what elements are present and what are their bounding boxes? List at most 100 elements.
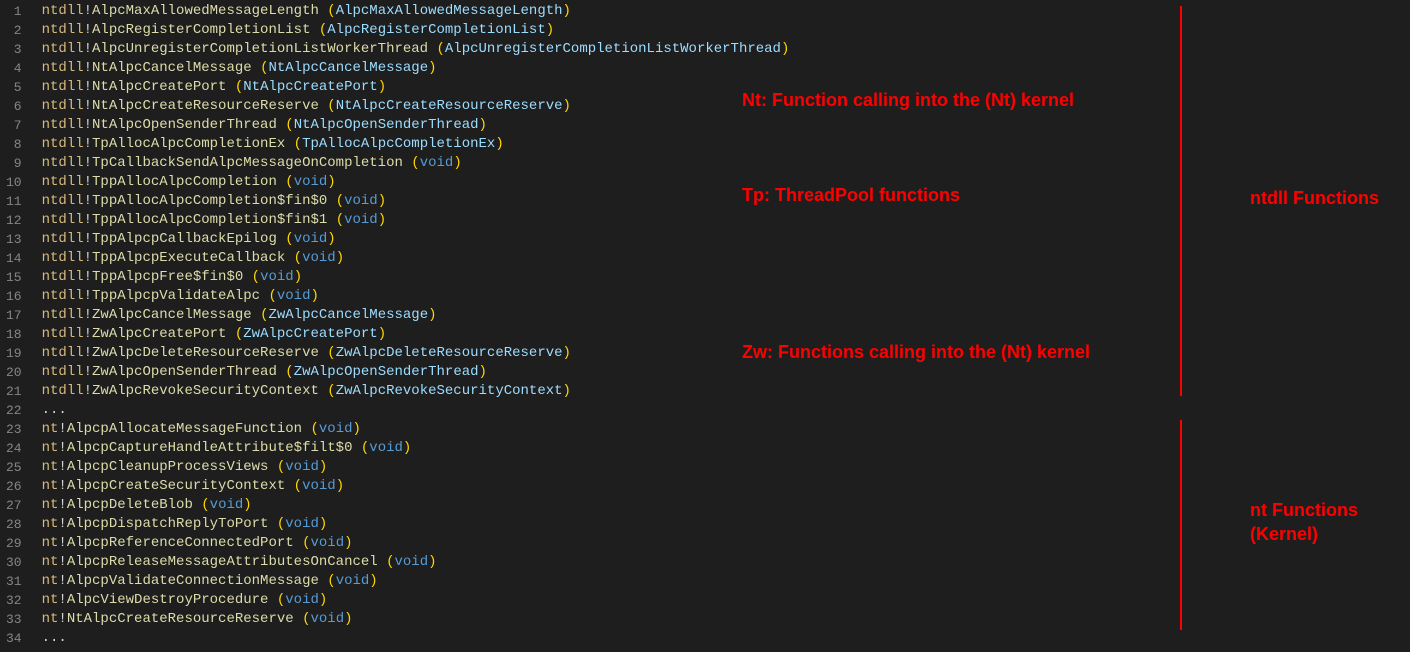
function-name: AlpcpCreateSecurityContext <box>67 478 285 494</box>
code-line[interactable]: ntdll!ZwAlpcOpenSenderThread (ZwAlpcOpen… <box>42 363 1410 382</box>
function-arg: AlpcMaxAllowedMessageLength <box>336 3 563 19</box>
line-number: 8 <box>6 135 22 154</box>
code-line[interactable]: ntdll!TppAlpcpExecuteCallback (void) <box>42 249 1410 268</box>
function-arg: void <box>285 459 319 475</box>
code-content[interactable]: ntdll!AlpcMaxAllowedMessageLength (AlpcM… <box>34 0 1410 650</box>
code-line[interactable]: nt!AlpcpReleaseMessageAttributesOnCancel… <box>42 553 1410 572</box>
function-name: TppAllocAlpcCompletion <box>92 174 277 190</box>
code-line[interactable]: ntdll!TppAlpcpFree$fin$0 (void) <box>42 268 1410 287</box>
code-line[interactable]: ntdll!TppAllocAlpcCompletion$fin$0 (void… <box>42 192 1410 211</box>
code-line[interactable]: ntdll!NtAlpcOpenSenderThread (NtAlpcOpen… <box>42 116 1410 135</box>
module-name: ntdll <box>42 41 84 57</box>
function-name: AlpcpReleaseMessageAttributesOnCancel <box>67 554 378 570</box>
code-line[interactable]: ntdll!TppAllocAlpcCompletion (void) <box>42 173 1410 192</box>
function-name: TppAllocAlpcCompletion$fin$0 <box>92 193 327 209</box>
code-line[interactable]: ... <box>42 629 1410 648</box>
function-arg: void <box>294 174 328 190</box>
function-arg: AlpcUnregisterCompletionListWorkerThread <box>445 41 781 57</box>
module-name: ntdll <box>42 155 84 171</box>
code-line[interactable]: ntdll!ZwAlpcCreatePort (ZwAlpcCreatePort… <box>42 325 1410 344</box>
module-name: ntdll <box>42 3 84 19</box>
function-name: AlpcViewDestroyProcedure <box>67 592 269 608</box>
function-name: NtAlpcCreatePort <box>92 79 226 95</box>
module-name: ntdll <box>42 231 84 247</box>
function-arg: void <box>310 535 344 551</box>
function-name: AlpcpCaptureHandleAttribute$filt$0 <box>67 440 353 456</box>
function-name: AlpcpReferenceConnectedPort <box>67 535 294 551</box>
code-line[interactable]: ntdll!TppAllocAlpcCompletion$fin$1 (void… <box>42 211 1410 230</box>
function-arg: ZwAlpcRevokeSecurityContext <box>336 383 563 399</box>
function-arg: AlpcRegisterCompletionList <box>327 22 545 38</box>
line-number: 20 <box>6 363 22 382</box>
module-name: ntdll <box>42 98 84 114</box>
function-arg: void <box>277 288 311 304</box>
line-number: 13 <box>6 230 22 249</box>
module-name: ntdll <box>42 136 84 152</box>
module-name: ntdll <box>42 193 84 209</box>
function-arg: NtAlpcCancelMessage <box>268 60 428 76</box>
line-number: 4 <box>6 59 22 78</box>
code-line[interactable]: nt!AlpcpDeleteBlob (void) <box>42 496 1410 515</box>
code-line[interactable]: ntdll!TpAllocAlpcCompletionEx (TpAllocAl… <box>42 135 1410 154</box>
code-line[interactable]: ntdll!ZwAlpcCancelMessage (ZwAlpcCancelM… <box>42 306 1410 325</box>
function-name: TpAllocAlpcCompletionEx <box>92 136 285 152</box>
module-name: nt <box>42 573 59 589</box>
code-line[interactable]: ntdll!TpCallbackSendAlpcMessageOnComplet… <box>42 154 1410 173</box>
code-line[interactable]: nt!AlpcpCleanupProcessViews (void) <box>42 458 1410 477</box>
line-number: 3 <box>6 40 22 59</box>
code-line[interactable]: ntdll!TppAlpcpValidateAlpc (void) <box>42 287 1410 306</box>
module-name: ntdll <box>42 288 84 304</box>
function-arg: void <box>344 193 378 209</box>
module-name: ntdll <box>42 117 84 133</box>
function-arg: ZwAlpcCancelMessage <box>268 307 428 323</box>
function-name: AlpcUnregisterCompletionListWorkerThread <box>92 41 428 57</box>
function-arg: void <box>294 231 328 247</box>
function-arg: void <box>344 212 378 228</box>
code-line[interactable]: nt!AlpcViewDestroyProcedure (void) <box>42 591 1410 610</box>
code-line[interactable]: nt!NtAlpcCreateResourceReserve (void) <box>42 610 1410 629</box>
code-line[interactable]: ntdll!NtAlpcCreatePort (NtAlpcCreatePort… <box>42 78 1410 97</box>
module-name: ntdll <box>42 345 84 361</box>
line-number: 11 <box>6 192 22 211</box>
module-name: nt <box>42 554 59 570</box>
code-line[interactable]: nt!AlpcpCreateSecurityContext (void) <box>42 477 1410 496</box>
function-name: ZwAlpcCreatePort <box>92 326 226 342</box>
function-arg: void <box>285 516 319 532</box>
code-line[interactable]: ... <box>42 401 1410 420</box>
code-line[interactable]: ntdll!NtAlpcCancelMessage (NtAlpcCancelM… <box>42 59 1410 78</box>
code-line[interactable]: nt!AlpcpAllocateMessageFunction (void) <box>42 420 1410 439</box>
module-name: nt <box>42 592 59 608</box>
line-number: 2 <box>6 21 22 40</box>
line-number: 9 <box>6 154 22 173</box>
code-line[interactable]: ntdll!AlpcUnregisterCompletionListWorker… <box>42 40 1410 59</box>
code-line[interactable]: ntdll!AlpcRegisterCompletionList (AlpcRe… <box>42 21 1410 40</box>
module-name: nt <box>42 421 59 437</box>
code-line[interactable]: ntdll!AlpcMaxAllowedMessageLength (AlpcM… <box>42 2 1410 21</box>
function-name: TppAlpcpValidateAlpc <box>92 288 260 304</box>
line-number: 16 <box>6 287 22 306</box>
code-line[interactable]: ntdll!NtAlpcCreateResourceReserve (NtAlp… <box>42 97 1410 116</box>
module-name: nt <box>42 516 59 532</box>
code-line[interactable]: ntdll!TppAlpcpCallbackEpilog (void) <box>42 230 1410 249</box>
module-name: ntdll <box>42 60 84 76</box>
function-name: NtAlpcOpenSenderThread <box>92 117 277 133</box>
function-name: NtAlpcCreateResourceReserve <box>92 98 319 114</box>
line-number: 22 <box>6 401 22 420</box>
code-line[interactable]: nt!AlpcpDispatchReplyToPort (void) <box>42 515 1410 534</box>
module-name: nt <box>42 497 59 513</box>
line-number: 21 <box>6 382 22 401</box>
line-number: 33 <box>6 610 22 629</box>
code-line[interactable]: nt!AlpcpCaptureHandleAttribute$filt$0 (v… <box>42 439 1410 458</box>
line-number-gutter: 1234567891011121314151617181920212223242… <box>0 0 34 650</box>
code-line[interactable]: ntdll!ZwAlpcDeleteResourceReserve (ZwAlp… <box>42 344 1410 363</box>
code-line[interactable]: nt!AlpcpReferenceConnectedPort (void) <box>42 534 1410 553</box>
module-name: ntdll <box>42 326 84 342</box>
function-name: AlpcpDeleteBlob <box>67 497 193 513</box>
line-number: 30 <box>6 553 22 572</box>
code-line[interactable]: nt!AlpcpValidateConnectionMessage (void) <box>42 572 1410 591</box>
line-number: 12 <box>6 211 22 230</box>
function-arg: void <box>302 478 336 494</box>
code-line[interactable]: ntdll!ZwAlpcRevokeSecurityContext (ZwAlp… <box>42 382 1410 401</box>
line-number: 7 <box>6 116 22 135</box>
function-name: TppAlpcpCallbackEpilog <box>92 231 277 247</box>
